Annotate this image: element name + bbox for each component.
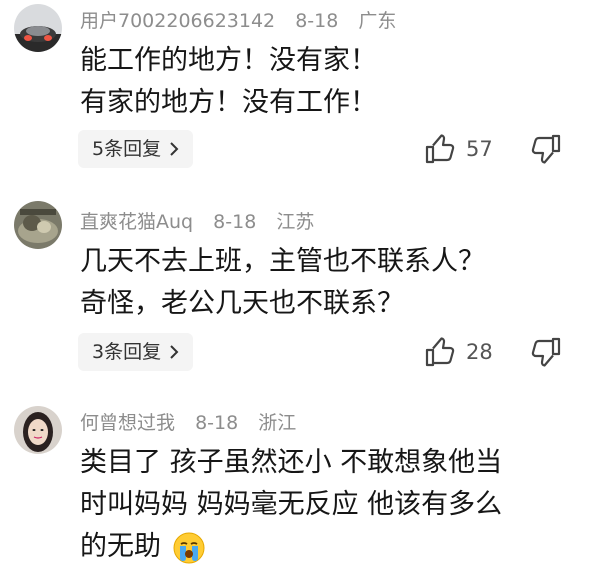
comment-text: 类目了 孩子虽然还小 不敢想象他当 时叫妈妈 妈妈毫无反应 他该有多么 的无助 xyxy=(80,442,580,568)
thumbs-up-icon xyxy=(425,134,455,164)
username[interactable]: 直爽花猫Auq xyxy=(80,211,193,233)
comment-line: 时叫妈妈 妈妈毫无反应 他该有多么 xyxy=(80,489,503,520)
comment-line-with-emoji: 的无助 xyxy=(80,526,580,568)
comment-date: 8-18 xyxy=(213,211,257,233)
comment-line: 几天不去上班，主管也不联系人？ xyxy=(80,246,485,277)
avatar[interactable] xyxy=(14,406,62,454)
comment-location: 浙江 xyxy=(258,412,297,434)
comment-text: 几天不去上班，主管也不联系人？ 奇怪，老公几天也不联系？ xyxy=(80,241,580,325)
comment-location: 江苏 xyxy=(276,211,315,233)
comment-line: 的无助 xyxy=(80,531,161,562)
replies-label: 3条回复 xyxy=(92,341,162,363)
like-button[interactable]: 28 xyxy=(424,336,493,368)
comment-location: 广东 xyxy=(358,10,397,32)
like-button[interactable]: 57 xyxy=(424,133,493,165)
comment-line: 类目了 孩子虽然还小 不敢想象他当 xyxy=(80,447,503,478)
chevron-right-icon xyxy=(170,345,179,359)
comment-item: 何曾想过我 8-18 浙江 类目了 孩子虽然还小 不敢想象他当 时叫妈妈 妈妈毫… xyxy=(0,398,600,582)
view-replies-button[interactable]: 5条回复 xyxy=(78,130,194,168)
comment-meta: 何曾想过我 8-18 浙江 xyxy=(80,408,310,435)
like-count: 57 xyxy=(466,137,493,161)
like-count: 28 xyxy=(466,340,493,364)
comment-text: 能工作的地方！没有家！ 有家的地方！没有工作！ xyxy=(80,40,580,124)
thumbs-down-icon[interactable] xyxy=(530,336,562,368)
comment-date: 8-18 xyxy=(195,412,239,434)
comment-line: 能工作的地方！没有家！ xyxy=(80,45,377,76)
avatar[interactable] xyxy=(14,4,62,52)
comment-meta: 直爽花猫Auq 8-18 江苏 xyxy=(80,207,328,234)
thumbs-up-icon xyxy=(425,337,455,367)
comment-meta: 用户7002206623142 8-18 广东 xyxy=(80,6,410,33)
chevron-right-icon xyxy=(170,142,179,156)
comment-line: 有家的地方！没有工作！ xyxy=(80,87,377,118)
comment-date: 8-18 xyxy=(295,10,339,32)
comment-line: 奇怪，老公几天也不联系？ xyxy=(80,288,404,319)
thumbs-down-icon[interactable] xyxy=(530,133,562,165)
avatar[interactable] xyxy=(14,201,62,249)
comment-item: 直爽花猫Auq 8-18 江苏 几天不去上班，主管也不联系人？ 奇怪，老公几天也… xyxy=(0,195,600,385)
username[interactable]: 用户7002206623142 xyxy=(80,10,275,32)
view-replies-button[interactable]: 3条回复 xyxy=(78,333,194,371)
replies-label: 5条回复 xyxy=(92,138,162,160)
comment-item: 用户7002206623142 8-18 广东 能工作的地方！没有家！ 有家的地… xyxy=(0,0,600,185)
crying-face-emoji-icon xyxy=(173,532,205,563)
username[interactable]: 何曾想过我 xyxy=(80,412,175,434)
